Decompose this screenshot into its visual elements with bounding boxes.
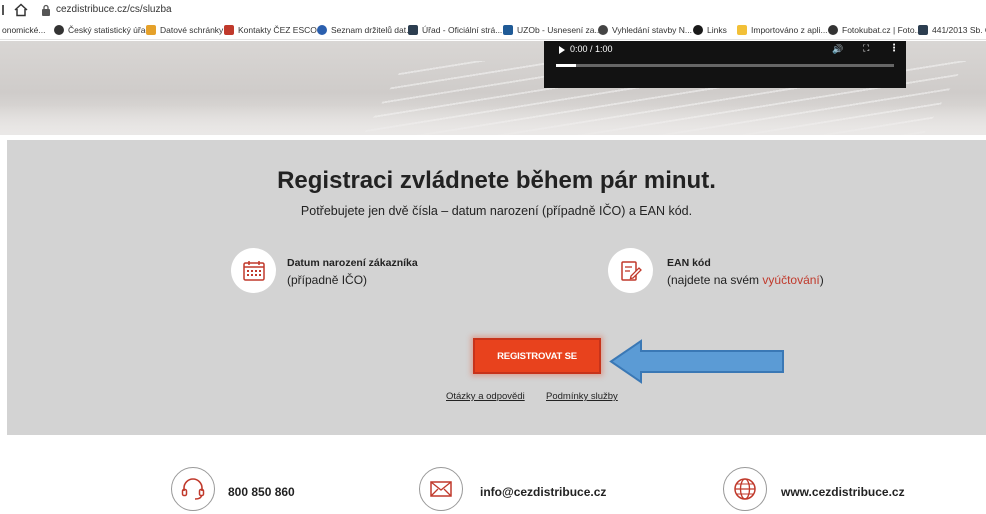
bookmark-item[interactable]: Fotokubat.cz | Foto... bbox=[828, 24, 922, 36]
folder-icon bbox=[737, 25, 747, 35]
document-icon bbox=[503, 25, 513, 35]
contact-web[interactable]: www.cezdistribuce.cz bbox=[781, 485, 905, 499]
bookmark-label: Links bbox=[707, 25, 727, 35]
bookmark-item[interactable]: 441/2013 Sb. Ol bbox=[918, 24, 986, 36]
bookmark-item[interactable]: Seznam držitelů dat... bbox=[317, 24, 413, 36]
play-icon[interactable] bbox=[559, 46, 565, 54]
bookmark-label: UZOb - Usnesení za... bbox=[517, 25, 602, 35]
bookmark-label: Fotokubat.cz | Foto... bbox=[842, 25, 922, 35]
registration-title: Registraci zvládnete během pár minut. bbox=[277, 167, 716, 194]
globe-icon bbox=[54, 25, 64, 35]
bookmark-item[interactable]: Český statistický úřad bbox=[54, 24, 150, 36]
bookmark-item[interactable]: Links bbox=[693, 24, 727, 36]
bookmark-label: Vyhledání stavby N... bbox=[612, 25, 693, 35]
contact-email[interactable]: info@cezdistribuce.cz bbox=[480, 485, 606, 499]
globe-icon-circle bbox=[723, 467, 767, 511]
calendar-icon-circle bbox=[231, 248, 276, 293]
bookmark-label: onomické... bbox=[2, 25, 46, 35]
bookmark-label: Datové schránky bbox=[160, 25, 224, 35]
faq-link[interactable]: Otázky a odpovědi bbox=[446, 391, 525, 402]
lock-icon[interactable] bbox=[41, 4, 51, 16]
hero-image: 0:00 / 1:00 🔊 ⛶ ⋮ bbox=[0, 41, 986, 135]
volume-icon[interactable]: 🔊 bbox=[832, 44, 843, 55]
bookmark-label: Kontakty ČEZ ESCO bbox=[238, 25, 317, 35]
bookmark-item[interactable]: Vyhledání stavby N... bbox=[598, 24, 692, 36]
video-player[interactable]: 0:00 / 1:00 🔊 ⛶ ⋮ bbox=[544, 41, 906, 88]
feature-ean-subtitle-text: (najdete na svém bbox=[667, 273, 763, 287]
globe-icon bbox=[828, 25, 838, 35]
mail-icon bbox=[430, 481, 452, 497]
back-button-edge[interactable] bbox=[2, 5, 4, 15]
registration-section: Registraci zvládnete během pár minut. Po… bbox=[7, 140, 986, 435]
emblem-icon bbox=[317, 25, 327, 35]
video-time: 0:00 / 1:00 bbox=[570, 44, 613, 54]
bookmarks-bar: onomické... Český statistický úřad Datov… bbox=[0, 20, 986, 40]
bookmark-item[interactable]: onomické... bbox=[2, 24, 45, 36]
terms-link[interactable]: Podmínky služby bbox=[546, 391, 618, 402]
law-icon bbox=[918, 25, 928, 35]
feature-birthdate-title: Datum narození zákazníka bbox=[287, 257, 418, 269]
fullscreen-icon[interactable]: ⛶ bbox=[863, 43, 869, 54]
registration-subtitle: Potřebujete jen dvě čísla – datum naroze… bbox=[300, 204, 693, 218]
address-bar: cezdistribuce.cz/cs/sluzba bbox=[0, 0, 986, 20]
feature-ean-subtitle: (najdete na svém vyúčtování) bbox=[667, 273, 824, 287]
more-options-icon[interactable]: ⋮ bbox=[889, 43, 899, 54]
bookmark-label: Úřad - Oficiální strá... bbox=[422, 25, 503, 35]
mail-icon-circle bbox=[419, 467, 463, 511]
home-icon[interactable] bbox=[14, 3, 28, 17]
headset-icon-circle bbox=[171, 467, 215, 511]
blue-arrow-annotation bbox=[609, 339, 784, 384]
cez-icon bbox=[224, 25, 234, 35]
contact-phone[interactable]: 800 850 860 bbox=[228, 485, 295, 499]
document-edit-icon-circle bbox=[608, 248, 653, 293]
invoice-link[interactable]: vyúčtování bbox=[762, 273, 819, 287]
video-progress-fill bbox=[556, 64, 577, 67]
calendar-icon bbox=[242, 260, 265, 281]
hero-fade bbox=[0, 105, 986, 135]
document-edit-icon bbox=[620, 260, 642, 281]
headset-icon bbox=[181, 478, 205, 500]
crown-icon bbox=[146, 25, 156, 35]
feature-ean-subtitle-end: ) bbox=[819, 273, 824, 287]
gear-icon bbox=[598, 25, 608, 35]
globe-icon bbox=[734, 478, 756, 500]
bookmark-item[interactable]: UZOb - Usnesení za... bbox=[503, 24, 602, 36]
url-text[interactable]: cezdistribuce.cz/cs/sluzba bbox=[56, 4, 172, 15]
bookmark-item[interactable]: Kontakty ČEZ ESCO bbox=[224, 24, 317, 36]
feature-birthdate-subtitle: (případně IČO) bbox=[287, 273, 368, 287]
links-icon bbox=[693, 25, 703, 35]
office-icon bbox=[408, 25, 418, 35]
register-button[interactable]: REGISTROVAT SE bbox=[473, 338, 601, 374]
feature-ean-title: EAN kód bbox=[667, 257, 711, 269]
bookmark-item[interactable]: Datové schránky bbox=[146, 24, 223, 36]
bookmark-item[interactable]: Importováno z apli... bbox=[737, 24, 828, 36]
video-progress-bar[interactable] bbox=[556, 64, 894, 67]
bookmark-item[interactable]: Úřad - Oficiální strá... bbox=[408, 24, 502, 36]
bookmark-label: Seznam držitelů dat... bbox=[331, 25, 414, 35]
bookmark-label: Český statistický úřad bbox=[68, 25, 151, 35]
bookmark-label: Importováno z apli... bbox=[751, 25, 828, 35]
bookmark-label: 441/2013 Sb. Ol bbox=[932, 25, 986, 35]
